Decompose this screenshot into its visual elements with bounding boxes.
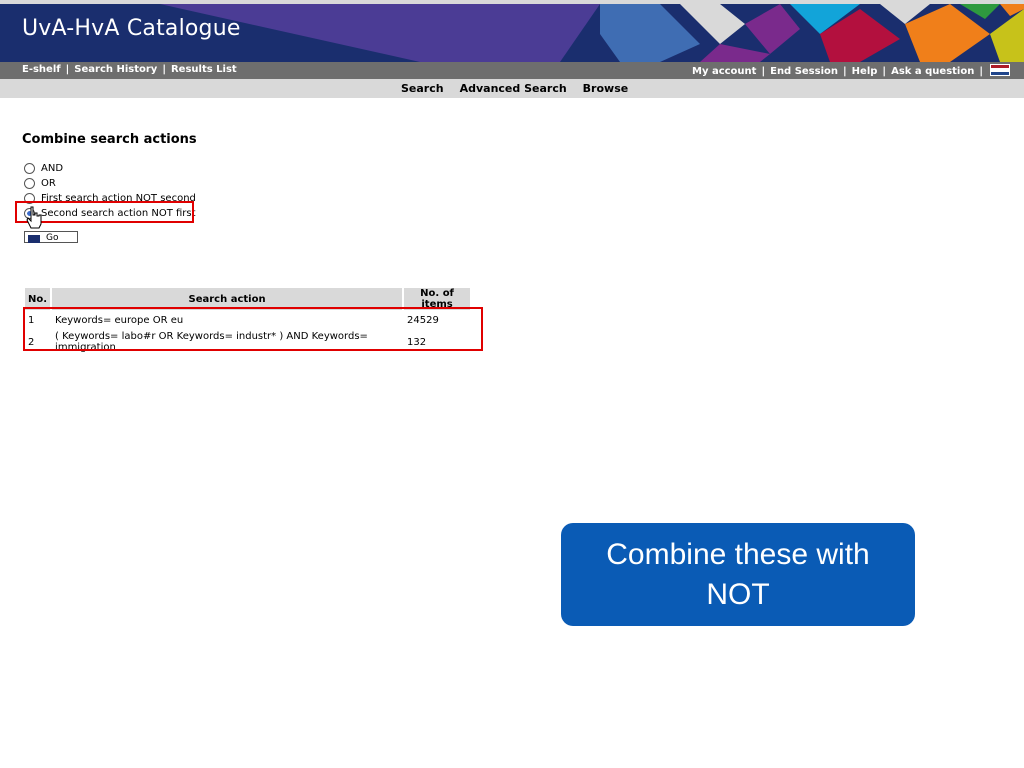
browse-tab[interactable]: Browse — [583, 82, 629, 95]
search-subnav: Search Advanced Search Browse — [0, 79, 1024, 98]
radio-or[interactable] — [24, 178, 35, 189]
search-history-link[interactable]: Search History — [74, 64, 157, 75]
option-label: AND — [41, 163, 64, 174]
option-or[interactable]: OR — [24, 176, 196, 191]
hand-pointer-icon — [26, 206, 42, 229]
callout-box: Combine these with NOT — [561, 523, 915, 626]
nav-left-links: E-shelf | Search History | Results List — [22, 64, 237, 75]
go-button[interactable]: Go — [24, 231, 78, 243]
nav-separator: | — [882, 66, 887, 77]
combine-heading: Combine search actions — [22, 132, 197, 147]
nav-separator: | — [65, 64, 70, 75]
my-account-link[interactable]: My account — [692, 66, 756, 77]
highlight-box-rows — [23, 307, 483, 351]
nav-separator: | — [761, 66, 766, 77]
dutch-flag-icon[interactable] — [990, 64, 1010, 76]
go-label: Go — [46, 233, 59, 243]
callout-text: Combine these with NOT — [606, 537, 870, 611]
radio-and[interactable] — [24, 163, 35, 174]
ask-question-link[interactable]: Ask a question — [891, 66, 974, 77]
search-tab[interactable]: Search — [401, 82, 444, 95]
results-list-link[interactable]: Results List — [171, 64, 237, 75]
nav-right-links: My account | End Session | Help | Ask a questi… — [692, 64, 1010, 77]
top-navigation-bar: E-shelf | Search History | Results List My a… — [0, 62, 1024, 79]
nav-separator: | — [979, 66, 983, 77]
option-label: OR — [41, 178, 56, 189]
nav-separator: | — [843, 66, 847, 77]
end-session-link[interactable]: End Session — [770, 66, 838, 77]
eshelf-link[interactable]: E-shelf — [22, 64, 61, 75]
help-link[interactable]: Help — [852, 66, 878, 77]
app-title: UvA-HvA Catalogue — [22, 16, 241, 41]
nav-separator: | — [162, 64, 166, 75]
go-button-marker — [28, 235, 40, 243]
advanced-search-tab[interactable]: Advanced Search — [460, 82, 567, 95]
option-and[interactable]: AND — [24, 161, 196, 176]
header-banner: UvA-HvA Catalogue — [0, 4, 1024, 62]
